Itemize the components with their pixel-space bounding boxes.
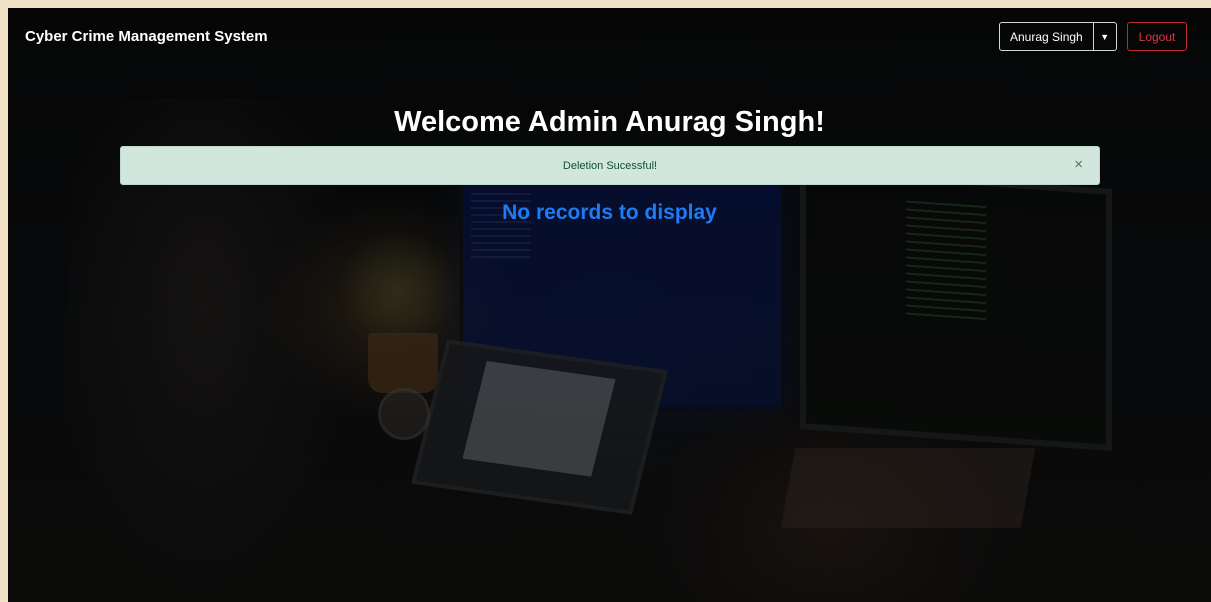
alert-message: Deletion Sucessful! bbox=[562, 159, 658, 172]
page-frame: Cyber Crime Management System Anurag Sin… bbox=[8, 8, 1211, 602]
success-alert: Deletion Sucessful! × bbox=[120, 146, 1100, 185]
brand-title[interactable]: Cyber Crime Management System bbox=[25, 28, 268, 45]
background-image bbox=[8, 8, 1211, 602]
user-button[interactable]: Anurag Singh bbox=[999, 22, 1094, 51]
dropdown-toggle-button[interactable]: ▼ bbox=[1093, 22, 1117, 51]
user-dropdown: Anurag Singh ▼ bbox=[999, 22, 1117, 51]
navbar: Cyber Crime Management System Anurag Sin… bbox=[8, 8, 1211, 68]
page-title: Welcome Admin Anurag Singh! bbox=[394, 106, 825, 138]
logout-button[interactable]: Logout bbox=[1127, 22, 1187, 51]
empty-state-message: No records to display bbox=[502, 201, 717, 224]
caret-down-icon: ▼ bbox=[1100, 31, 1110, 42]
close-icon[interactable]: × bbox=[1074, 157, 1083, 173]
